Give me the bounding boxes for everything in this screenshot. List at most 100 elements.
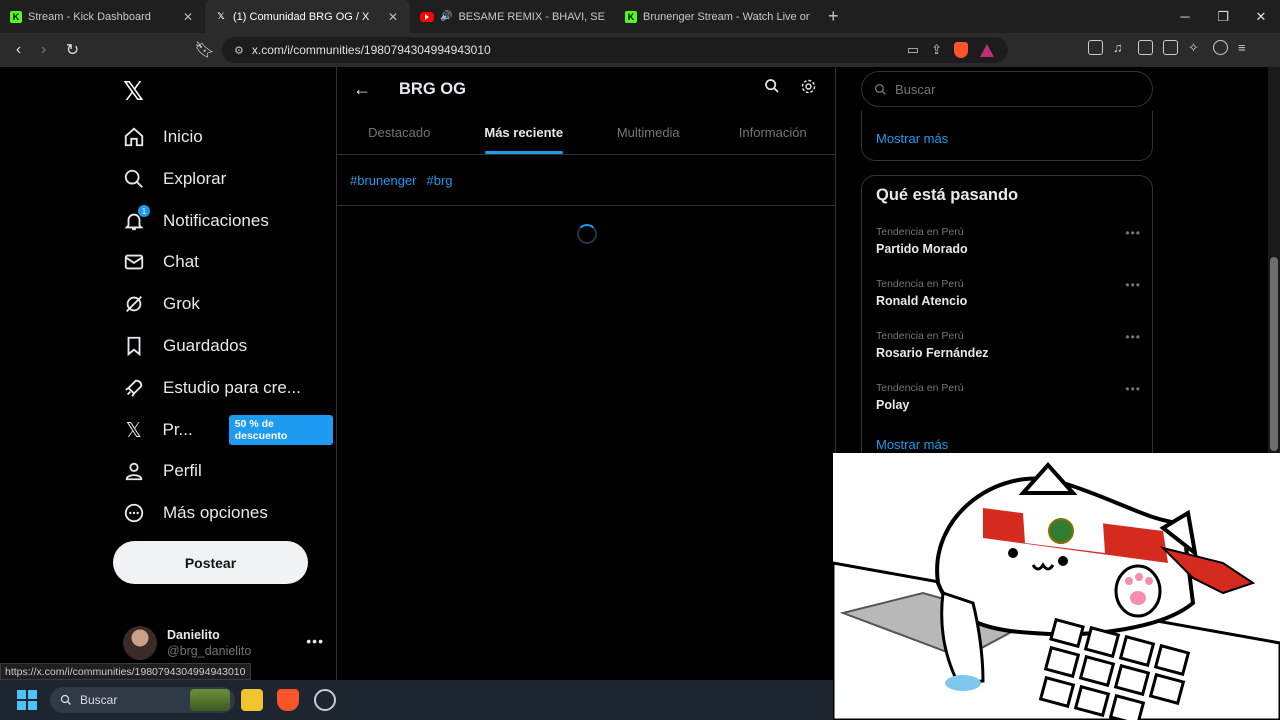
browser-tab-youtube[interactable]: 🔊 BESAME REMIX - BHAVI, SEVEN K bbox=[410, 0, 615, 33]
brave-shields-icon[interactable] bbox=[954, 42, 968, 58]
bookmark-page-icon[interactable]: 🔖︎ bbox=[192, 40, 217, 60]
person-icon bbox=[123, 460, 145, 482]
site-settings-icon[interactable]: ⚙ bbox=[234, 44, 244, 57]
trend-context: Tendencia en Perú bbox=[876, 278, 964, 290]
tab-informacion[interactable]: Información bbox=[711, 111, 836, 154]
bongo-cat-overlay bbox=[833, 453, 1280, 720]
trend-item[interactable]: Tendencia en Perú Rosario Fernández ••• bbox=[876, 330, 1141, 360]
reload-icon[interactable]: ↻ bbox=[60, 40, 85, 60]
nav-item-explorar[interactable]: Explorar bbox=[123, 161, 226, 197]
show-more-link[interactable]: Mostrar más bbox=[876, 131, 948, 146]
nav-item-inicio[interactable]: Inicio bbox=[123, 119, 203, 155]
brave-rewards-icon[interactable] bbox=[980, 43, 994, 57]
widget-landscape-icon[interactable] bbox=[190, 689, 230, 711]
tab-label: Brunenger Stream - Watch Live on Ki bbox=[643, 10, 810, 23]
hashtag-link[interactable]: #brunenger bbox=[350, 173, 417, 188]
mail-icon bbox=[123, 251, 145, 273]
trending-title: Qué está pasando bbox=[876, 186, 1019, 204]
windows-taskbar: Buscar bbox=[0, 680, 833, 720]
new-tab-button[interactable]: + bbox=[828, 6, 839, 27]
back-arrow-icon[interactable]: ← bbox=[353, 79, 371, 100]
search-icon bbox=[874, 83, 886, 95]
file-explorer-icon[interactable] bbox=[241, 689, 263, 711]
sidebar-icon[interactable] bbox=[1138, 40, 1153, 55]
discount-badge[interactable]: 50 % de descuento bbox=[228, 415, 333, 445]
more-horizontal-icon[interactable]: ••• bbox=[306, 633, 324, 649]
community-tabs: Destacado Más reciente Multimedia Inform… bbox=[337, 111, 835, 155]
close-tab-icon[interactable]: ✕ bbox=[181, 10, 195, 24]
nav-item-notificaciones[interactable]: 1 Notificaciones bbox=[123, 203, 269, 239]
page-scrollbar[interactable] bbox=[1268, 67, 1280, 453]
nav-label: Más opciones bbox=[163, 503, 268, 522]
account-switcher[interactable]: Danielito @brg_danielito ••• bbox=[123, 623, 323, 663]
notification-count-badge: 1 bbox=[138, 205, 150, 217]
nav-item-chat[interactable]: Chat bbox=[123, 244, 199, 280]
menu-icon[interactable]: ≡ bbox=[1238, 40, 1253, 55]
speaker-icon[interactable]: 🔊 bbox=[440, 11, 452, 22]
more-horizontal-icon[interactable]: ••• bbox=[1125, 382, 1141, 396]
search-icon bbox=[123, 168, 145, 190]
nav-item-mas-opciones[interactable]: Más opciones bbox=[123, 495, 268, 531]
search-icon bbox=[60, 694, 71, 705]
bookmark-icon bbox=[123, 335, 145, 357]
nav-item-grok[interactable]: Grok bbox=[123, 286, 200, 322]
tab-multimedia[interactable]: Multimedia bbox=[586, 111, 711, 154]
nav-label: Grok bbox=[163, 294, 200, 313]
scrollbar-thumb[interactable] bbox=[1270, 257, 1278, 451]
minimize-icon[interactable]: ─ bbox=[1166, 0, 1204, 33]
leo-ai-icon[interactable]: ✧ bbox=[1188, 40, 1203, 55]
close-window-icon[interactable]: ✕ bbox=[1242, 0, 1280, 33]
trend-name: Rosario Fernández bbox=[876, 346, 989, 360]
address-bar[interactable]: ⚙ x.com/i/communities/198079430499494301… bbox=[222, 37, 1008, 63]
vpn-icon[interactable] bbox=[1213, 40, 1228, 55]
page-title: BRG OG bbox=[399, 79, 466, 98]
hashtag-link[interactable]: #brg bbox=[427, 173, 453, 188]
search-icon[interactable] bbox=[764, 78, 780, 100]
trend-name: Partido Morado bbox=[876, 242, 968, 256]
x-logo-icon[interactable]: 𝕏 bbox=[123, 77, 144, 107]
nav-label: Estudio para cre... bbox=[163, 378, 301, 397]
post-button[interactable]: Postear bbox=[113, 541, 308, 584]
nav-label: Chat bbox=[163, 252, 199, 271]
browser-tab-kick-dashboard[interactable]: K Stream - Kick Dashboard ✕ bbox=[0, 0, 205, 33]
browser-tab-x-community[interactable]: 𝕏 (1) Comunidad BRG OG / X ✕ bbox=[205, 0, 410, 33]
share-icon[interactable]: ⇪ bbox=[931, 42, 942, 58]
more-horizontal-icon[interactable]: ••• bbox=[1125, 330, 1141, 344]
close-tab-icon[interactable]: ✕ bbox=[386, 10, 400, 24]
nav-item-premium[interactable]: 𝕏 Pr... 50 % de descuento bbox=[123, 412, 333, 448]
trend-name: Polay bbox=[876, 398, 910, 412]
more-horizontal-icon[interactable]: ••• bbox=[1125, 278, 1141, 292]
trend-item[interactable]: Tendencia en Perú Polay ••• bbox=[876, 382, 1141, 412]
community-hashtags: #brunenger #brg bbox=[337, 155, 835, 206]
more-horizontal-icon[interactable]: ••• bbox=[1125, 226, 1141, 240]
more-circle-icon bbox=[123, 502, 145, 524]
search-input[interactable]: Buscar bbox=[861, 71, 1153, 107]
browser-tab-brunenger-stream[interactable]: K Brunenger Stream - Watch Live on Ki bbox=[615, 0, 820, 33]
nav-item-perfil[interactable]: Perfil bbox=[123, 453, 202, 489]
show-more-link[interactable]: Mostrar más bbox=[876, 437, 948, 452]
account-name: Danielito bbox=[167, 628, 220, 642]
trend-item[interactable]: Tendencia en Perú Partido Morado ••• bbox=[876, 226, 1141, 256]
trend-name: Ronald Atencio bbox=[876, 294, 968, 308]
bell-icon: 1 bbox=[123, 205, 150, 232]
tab-mas-reciente[interactable]: Más reciente bbox=[462, 111, 587, 154]
account-handle: @brg_danielito bbox=[167, 644, 252, 658]
nav-item-guardados[interactable]: Guardados bbox=[123, 328, 247, 364]
wallet-icon[interactable] bbox=[1163, 40, 1178, 55]
app-icon[interactable] bbox=[314, 689, 336, 711]
gear-icon[interactable] bbox=[800, 78, 817, 100]
nav-item-estudio[interactable]: Estudio para cre... bbox=[123, 370, 301, 406]
cast-icon[interactable]: ▭ bbox=[907, 42, 919, 58]
forward-icon[interactable]: › bbox=[31, 41, 56, 59]
windows-start-icon[interactable] bbox=[17, 690, 37, 710]
brave-browser-icon[interactable] bbox=[277, 689, 299, 711]
nav-label: Perfil bbox=[163, 461, 202, 480]
restore-icon[interactable]: ❐ bbox=[1204, 0, 1242, 33]
tab-destacado[interactable]: Destacado bbox=[337, 111, 462, 154]
taskbar-search-label: Buscar bbox=[80, 693, 118, 707]
grok-icon bbox=[123, 293, 145, 315]
back-icon[interactable]: ‹ bbox=[6, 41, 31, 59]
screenshot-icon[interactable] bbox=[1088, 40, 1103, 55]
media-icon[interactable]: ♫ bbox=[1113, 40, 1128, 55]
trend-item[interactable]: Tendencia en Perú Ronald Atencio ••• bbox=[876, 278, 1141, 308]
